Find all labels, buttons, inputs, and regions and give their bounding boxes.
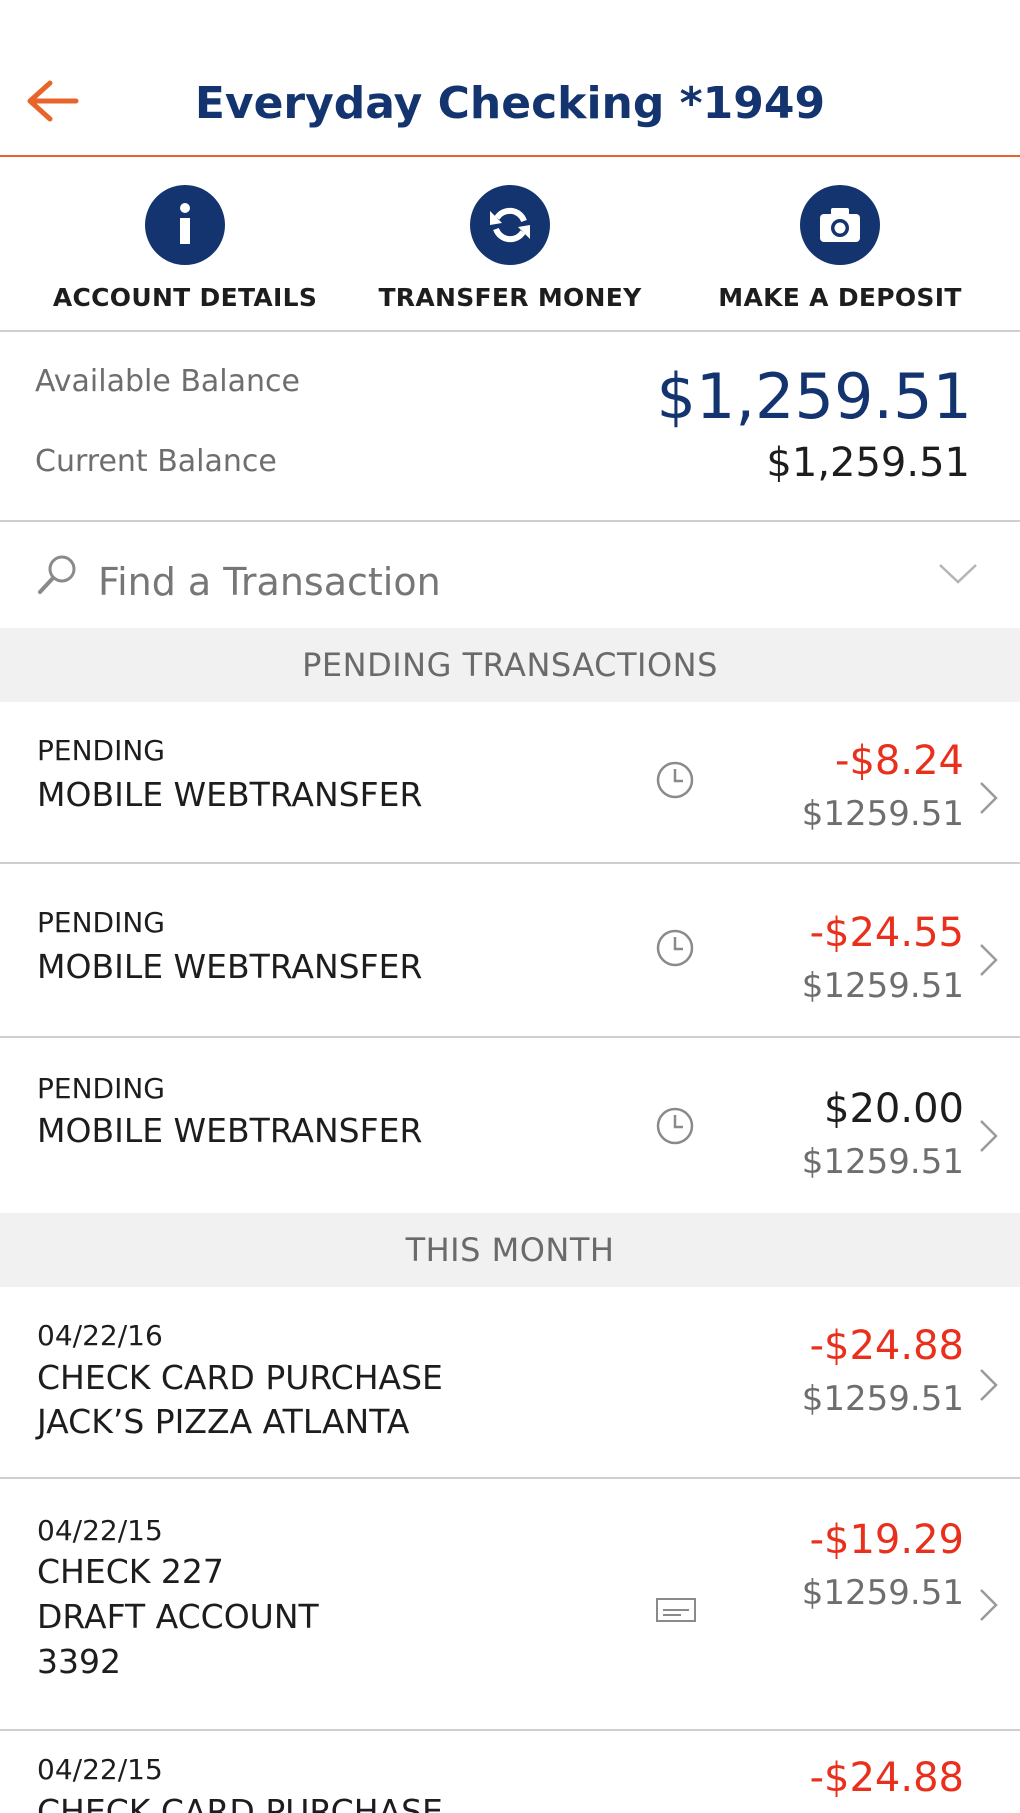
chevron-right-icon <box>980 1369 998 1401</box>
transaction-row[interactable]: PENDING MOBILE WEBTRANSFER -$8.24 $1259.… <box>0 702 1020 864</box>
transaction-amount: $20.00 <box>824 1086 964 1132</box>
running-balance: $1259.51 <box>801 966 964 1006</box>
make-deposit-label: MAKE A DEPOSIT <box>718 283 962 312</box>
transaction-description: MOBILE WEBTRANSFER <box>37 1111 423 1150</box>
transaction-search-input[interactable]: Find a Transaction <box>0 522 1020 628</box>
available-balance-value: $1,259.51 <box>656 360 972 433</box>
running-balance: $1259.51 <box>801 1573 964 1613</box>
account-details-label: ACCOUNT DETAILS <box>52 283 318 312</box>
clock-icon <box>656 761 694 799</box>
running-balance: $1259.51 <box>801 1142 964 1182</box>
transaction-date: 04/22/16 <box>37 1319 163 1352</box>
pending-transactions-header: PENDING TRANSACTIONS <box>0 628 1020 702</box>
available-balance-label: Available Balance <box>35 364 300 399</box>
balance-panel: Available Balance $1,259.51 Current Bala… <box>0 332 1020 522</box>
transaction-row[interactable]: 04/22/15 CHECK 227 DRAFT ACCOUNT 3392 -$… <box>0 1479 1020 1731</box>
transaction-description: MOBILE WEBTRANSFER <box>37 775 423 814</box>
running-balance: $1259.51 <box>801 1379 964 1419</box>
account-details-button[interactable]: ACCOUNT DETAILS <box>35 185 335 312</box>
transaction-amount: -$19.29 <box>809 1517 964 1563</box>
clock-icon <box>656 929 694 967</box>
running-balance: $1259.51 <box>801 794 964 834</box>
transaction-row[interactable]: 04/22/16 CHECK CARD PURCHASE JACK’S PIZZ… <box>0 1287 1020 1479</box>
chevron-down-icon[interactable] <box>938 562 978 586</box>
transaction-amount: -$8.24 <box>835 738 964 784</box>
transaction-description-line: JACK’S PIZZA ATLANTA <box>37 1402 410 1441</box>
transaction-amount: -$24.88 <box>809 1755 964 1801</box>
transfer-icon <box>470 185 550 265</box>
chevron-right-icon <box>980 944 998 976</box>
transaction-description-line: CHECK CARD PURCHASE <box>37 1358 443 1397</box>
check-document-icon <box>656 1598 696 1622</box>
transaction-row[interactable]: PENDING MOBILE WEBTRANSFER -$24.55 $1259… <box>0 864 1020 1038</box>
chevron-right-icon <box>980 782 998 814</box>
chevron-right-icon <box>980 1120 998 1152</box>
transfer-money-label: TRANSFER MONEY <box>378 283 642 312</box>
transaction-row[interactable]: PENDING MOBILE WEBTRANSFER $20.00 $1259.… <box>0 1038 1020 1213</box>
search-icon <box>38 555 76 594</box>
current-balance-value: $1,259.51 <box>766 440 970 486</box>
clock-icon <box>656 1107 694 1145</box>
chevron-right-icon <box>980 1589 998 1621</box>
transaction-status: PENDING <box>37 906 165 939</box>
transaction-description-line: DRAFT ACCOUNT <box>37 1597 319 1636</box>
transaction-description: MOBILE WEBTRANSFER <box>37 947 423 986</box>
app-header: Everyday Checking *1949 <box>0 0 1020 157</box>
transfer-money-button[interactable]: TRANSFER MONEY <box>360 185 660 312</box>
this-month-header: THIS MONTH <box>0 1213 1020 1287</box>
info-icon <box>145 185 225 265</box>
transaction-date: 04/22/15 <box>37 1514 163 1547</box>
transaction-description-line: CHECK CARD PURCHASE <box>37 1792 443 1813</box>
page-title: Everyday Checking *1949 <box>194 78 826 129</box>
transaction-status: PENDING <box>37 1072 165 1105</box>
transaction-status: PENDING <box>37 734 165 767</box>
transaction-amount: -$24.88 <box>809 1323 964 1369</box>
current-balance-label: Current Balance <box>35 444 277 479</box>
make-deposit-button[interactable]: MAKE A DEPOSIT <box>690 185 990 312</box>
camera-icon <box>800 185 880 265</box>
transaction-amount: -$24.55 <box>809 910 964 956</box>
transaction-description-line: CHECK 227 <box>37 1552 224 1591</box>
transaction-date: 04/22/15 <box>37 1753 163 1786</box>
transaction-description-line: 3392 <box>37 1642 121 1681</box>
account-actions-bar: ACCOUNT DETAILS TRANSFER MONEY MAKE A DE… <box>0 159 1020 332</box>
search-placeholder: Find a Transaction <box>98 560 441 604</box>
transaction-row[interactable]: 04/22/15 CHECK CARD PURCHASE -$24.88 <box>0 1731 1020 1813</box>
